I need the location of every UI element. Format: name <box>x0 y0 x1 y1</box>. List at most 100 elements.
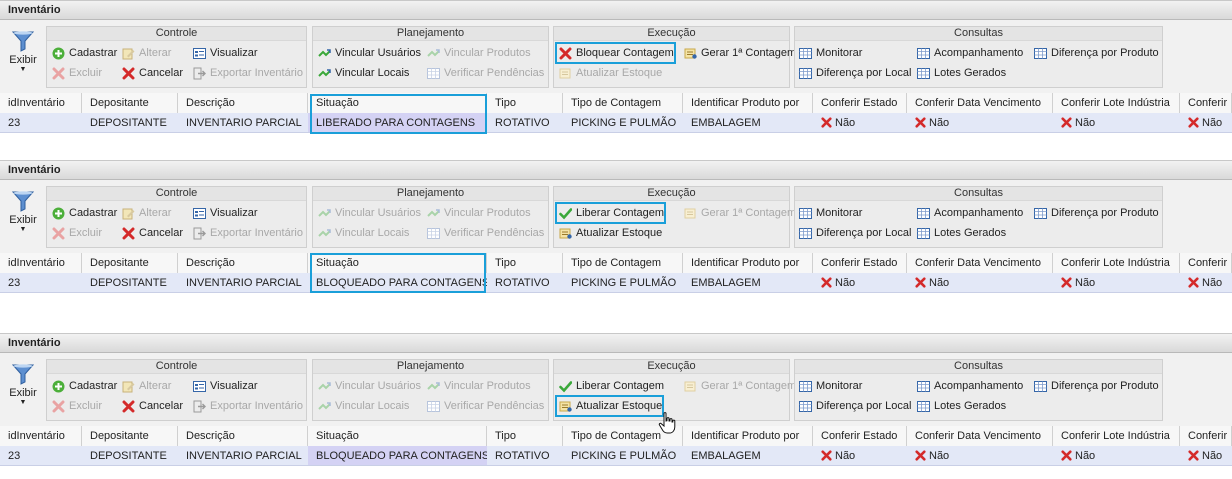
column-header[interactable]: Conferir Estado <box>813 93 907 113</box>
vincular-produtos-button[interactable]: Vincular Produtos <box>425 44 531 62</box>
verificar-pendencias-button[interactable]: Verificar Pendências <box>425 64 544 82</box>
table-cell[interactable]: Não <box>1053 446 1180 466</box>
table-cell[interactable]: DEPOSITANTE <box>82 113 178 133</box>
cancelar-button[interactable]: Cancelar <box>120 224 183 242</box>
table-cell[interactable]: DEPOSITANTE <box>82 273 178 293</box>
table-cell[interactable]: EMBALAGEM <box>683 273 813 293</box>
alterar-button[interactable]: Alterar <box>120 204 171 222</box>
cancelar-button[interactable]: Cancelar <box>120 64 183 82</box>
vincular-locais-button[interactable]: Vincular Locais <box>316 64 409 82</box>
table-cell[interactable]: EMBALAGEM <box>683 446 813 466</box>
column-header[interactable]: Descrição <box>178 426 308 446</box>
column-header[interactable]: Situação <box>308 426 487 446</box>
vincular-produtos-button[interactable]: Vincular Produtos <box>425 377 531 395</box>
table-cell[interactable]: BLOQUEADO PARA CONTAGENS <box>308 446 487 466</box>
column-header[interactable]: Descrição <box>178 253 308 273</box>
table-cell[interactable]: Não <box>907 446 1053 466</box>
vincular-usuarios-button[interactable]: Vincular Usuários <box>316 44 421 62</box>
column-header[interactable]: Conferir Lote Indústria <box>1053 426 1180 446</box>
monitorar-button[interactable]: Monitorar <box>797 377 862 395</box>
column-header[interactable]: Identificar Produto por <box>683 253 813 273</box>
gerar-contagem-button[interactable]: Gerar 1ª Contagem <box>682 204 796 222</box>
monitorar-button[interactable]: Monitorar <box>797 44 862 62</box>
alterar-button[interactable]: Alterar <box>120 44 171 62</box>
excluir-button[interactable]: Excluir <box>50 397 102 415</box>
column-header[interactable]: Conferir <box>1180 426 1232 446</box>
table-cell[interactable]: ROTATIVO <box>487 113 563 133</box>
table-cell[interactable]: INVENTARIO PARCIAL <box>178 446 308 466</box>
exibir-button[interactable]: Exibir ▼ <box>4 186 42 248</box>
column-header[interactable]: Tipo <box>487 253 563 273</box>
table-cell[interactable]: 23 <box>0 113 82 133</box>
table-cell[interactable]: Não <box>907 113 1053 133</box>
table-cell[interactable]: BLOQUEADO PARA CONTAGENS <box>308 273 487 293</box>
column-header[interactable]: Conferir Estado <box>813 426 907 446</box>
toggle-contagem-button[interactable]: Bloquear Contagem <box>555 42 676 64</box>
column-header[interactable]: Depositante <box>82 253 178 273</box>
vincular-locais-button[interactable]: Vincular Locais <box>316 224 409 242</box>
column-header[interactable]: Conferir Lote Indústria <box>1053 253 1180 273</box>
verificar-pendencias-button[interactable]: Verificar Pendências <box>425 224 544 242</box>
lotes-gerados-button[interactable]: Lotes Gerados <box>915 224 1006 242</box>
lotes-gerados-button[interactable]: Lotes Gerados <box>915 397 1006 415</box>
column-header[interactable]: Conferir <box>1180 93 1232 113</box>
column-header[interactable]: idInventário <box>0 426 82 446</box>
column-header[interactable]: Conferir Estado <box>813 253 907 273</box>
column-header[interactable]: Depositante <box>82 93 178 113</box>
table-cell[interactable]: 23 <box>0 273 82 293</box>
cadastrar-button[interactable]: Cadastrar <box>50 44 117 62</box>
diferenca-produto-button[interactable]: Diferença por Produto <box>1032 44 1159 62</box>
table-cell[interactable]: PICKING E PULMÃO <box>563 273 683 293</box>
column-header[interactable]: Descrição <box>178 93 308 113</box>
toggle-contagem-button[interactable]: Liberar Contagem <box>557 377 664 395</box>
table-cell[interactable]: PICKING E PULMÃO <box>563 113 683 133</box>
table-cell[interactable]: ROTATIVO <box>487 446 563 466</box>
column-header[interactable]: Conferir Data Vencimento <box>907 253 1053 273</box>
excluir-button[interactable]: Excluir <box>50 224 102 242</box>
acompanhamento-button[interactable]: Acompanhamento <box>915 44 1023 62</box>
column-header[interactable]: idInventário <box>0 93 82 113</box>
table-cell[interactable]: Não <box>1053 113 1180 133</box>
diferenca-local-button[interactable]: Diferença por Local <box>797 224 911 242</box>
acompanhamento-button[interactable]: Acompanhamento <box>915 377 1023 395</box>
table-cell[interactable]: INVENTARIO PARCIAL <box>178 273 308 293</box>
column-header[interactable]: Tipo de Contagem <box>563 93 683 113</box>
table-cell[interactable]: INVENTARIO PARCIAL <box>178 113 308 133</box>
visualizar-button[interactable]: Visualizar <box>191 44 258 62</box>
table-cell[interactable]: Não <box>1180 273 1232 293</box>
column-header[interactable]: Conferir Data Vencimento <box>907 93 1053 113</box>
excluir-button[interactable]: Excluir <box>50 64 102 82</box>
table-cell[interactable]: Não <box>813 446 907 466</box>
table-cell[interactable]: DEPOSITANTE <box>82 446 178 466</box>
table-cell[interactable]: Não <box>813 113 907 133</box>
column-header[interactable]: Tipo <box>487 426 563 446</box>
atualizar-estoque-button[interactable]: Atualizar Estoque <box>557 224 662 242</box>
column-header[interactable]: Identificar Produto por <box>683 426 813 446</box>
table-cell[interactable]: LIBERADO PARA CONTAGENS <box>308 113 487 133</box>
column-header[interactable]: Tipo <box>487 93 563 113</box>
monitorar-button[interactable]: Monitorar <box>797 204 862 222</box>
column-header[interactable]: Conferir Lote Indústria <box>1053 93 1180 113</box>
table-cell[interactable]: Não <box>907 273 1053 293</box>
toggle-contagem-button[interactable]: Liberar Contagem <box>554 202 667 224</box>
table-cell[interactable]: ROTATIVO <box>487 273 563 293</box>
gerar-contagem-button[interactable]: Gerar 1ª Contagem <box>682 377 796 395</box>
diferenca-local-button[interactable]: Diferença por Local <box>797 64 911 82</box>
column-header[interactable]: idInventário <box>0 253 82 273</box>
verificar-pendencias-button[interactable]: Verificar Pendências <box>425 397 544 415</box>
vincular-usuarios-button[interactable]: Vincular Usuários <box>316 204 421 222</box>
table-cell[interactable]: Não <box>1180 446 1232 466</box>
table-cell[interactable]: PICKING E PULMÃO <box>563 446 683 466</box>
cancelar-button[interactable]: Cancelar <box>120 397 183 415</box>
exibir-button[interactable]: Exibir ▼ <box>4 26 42 88</box>
diferenca-produto-button[interactable]: Diferença por Produto <box>1032 377 1159 395</box>
diferenca-produto-button[interactable]: Diferença por Produto <box>1032 204 1159 222</box>
column-header[interactable]: Conferir Data Vencimento <box>907 426 1053 446</box>
column-header[interactable]: Situação <box>308 93 487 113</box>
lotes-gerados-button[interactable]: Lotes Gerados <box>915 64 1006 82</box>
acompanhamento-button[interactable]: Acompanhamento <box>915 204 1023 222</box>
table-cell[interactable]: Não <box>813 273 907 293</box>
column-header[interactable]: Tipo de Contagem <box>563 253 683 273</box>
table-cell[interactable]: EMBALAGEM <box>683 113 813 133</box>
atualizar-estoque-button[interactable]: Atualizar Estoque <box>554 395 665 417</box>
